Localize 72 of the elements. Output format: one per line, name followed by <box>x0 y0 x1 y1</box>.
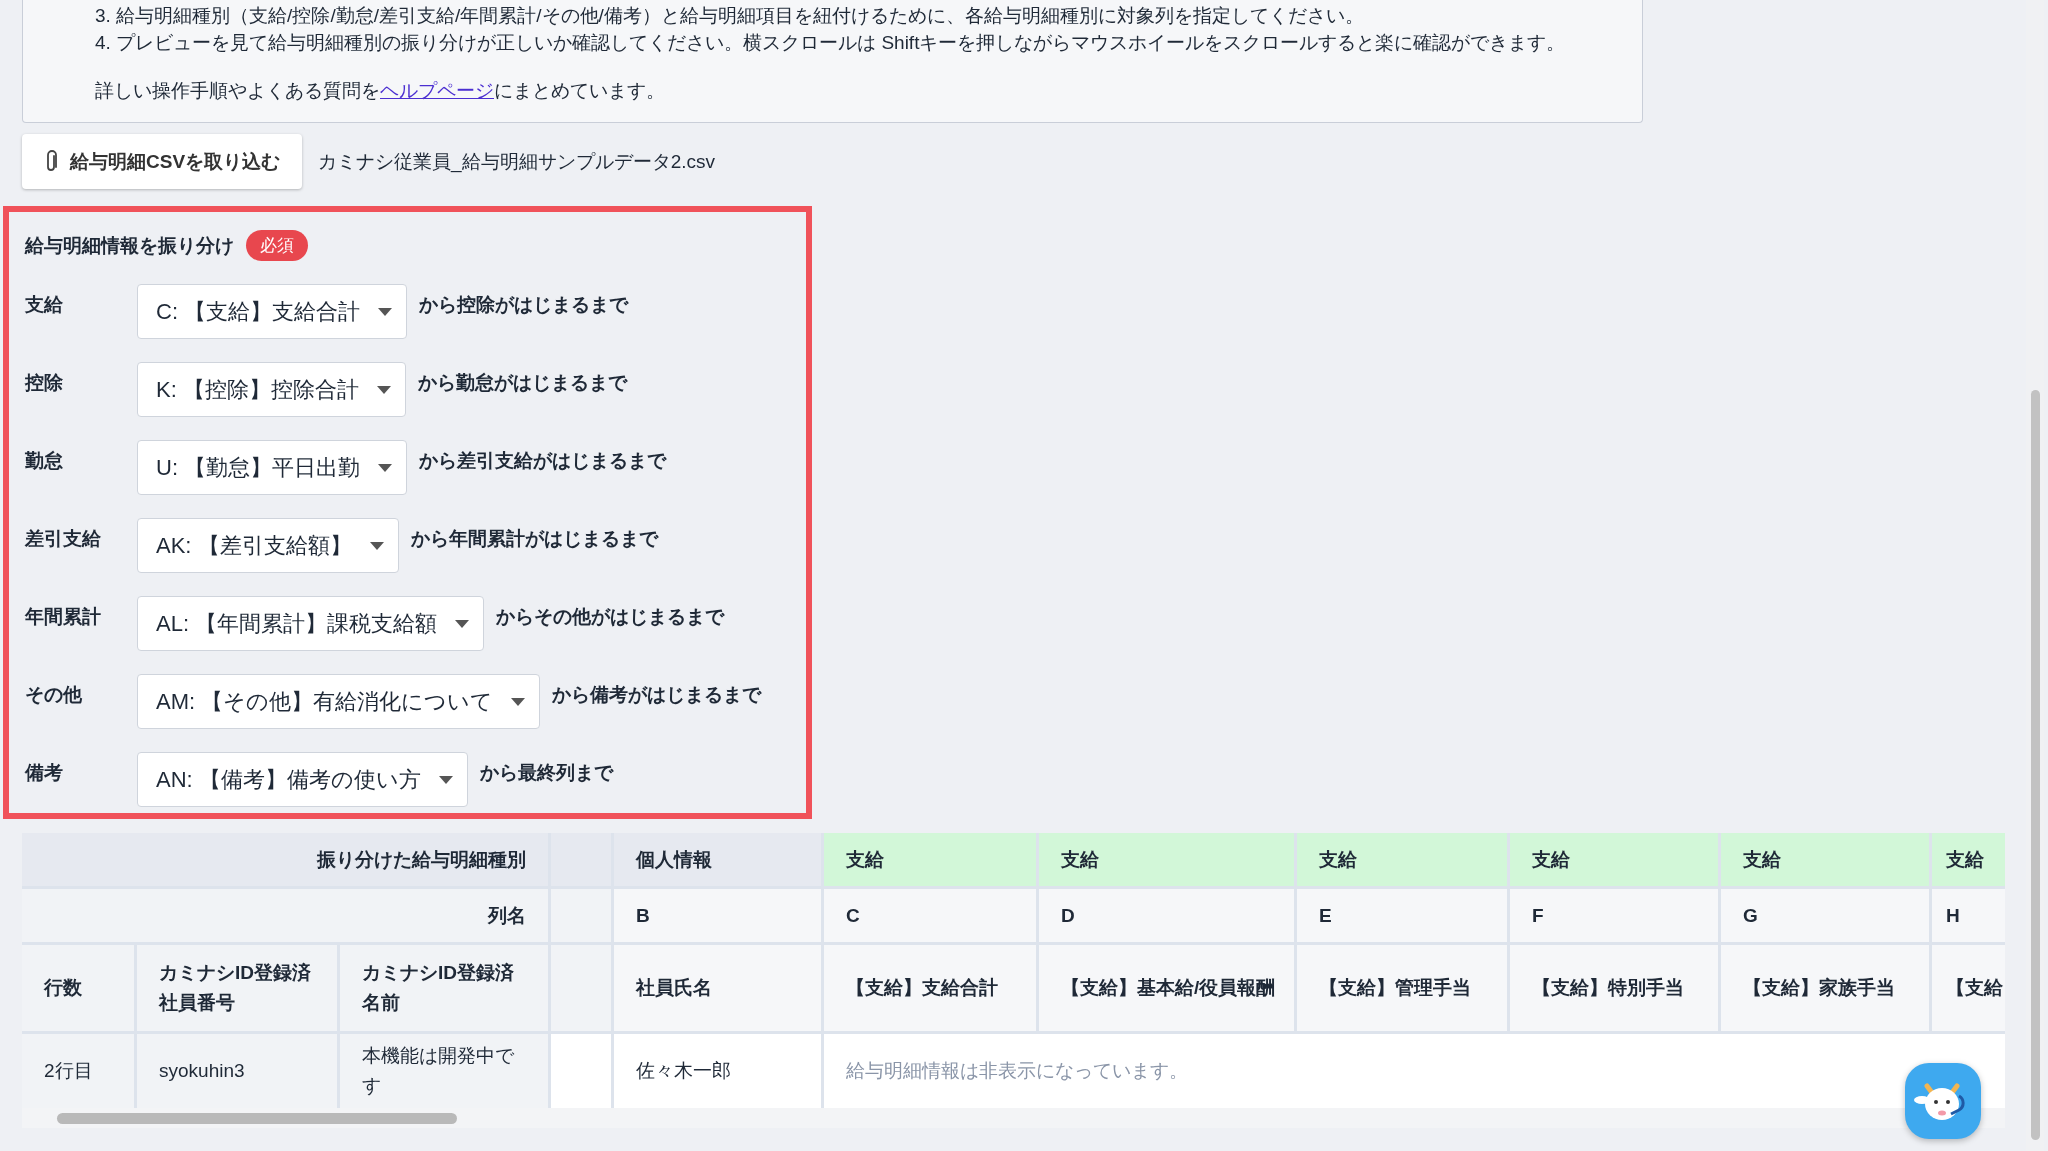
column-select[interactable]: AK: 【差引支給額】 <box>137 518 399 573</box>
help-text: 詳しい操作手順やよくある質問をヘルプページにまとめています。 <box>95 79 666 103</box>
caret-icon <box>511 697 526 706</box>
chat-button[interactable] <box>1905 1063 1981 1139</box>
caret-icon <box>378 463 393 472</box>
table-header-cell: 列名 <box>22 889 548 942</box>
help-page-link[interactable]: ヘルプページ <box>380 80 494 101</box>
range-text: から控除がはじまるまで <box>419 293 629 317</box>
table-header-cell: 個人情報 <box>614 833 821 886</box>
file-name: カミナシ従業員_給与明細サンプルデータ2.csv <box>318 149 715 175</box>
table-header-cell: 【支給 <box>1932 945 2005 1031</box>
table-header-cell: 支給 <box>1297 833 1507 886</box>
caret-icon <box>369 541 384 550</box>
field-label: 差引支給 <box>25 527 102 551</box>
table-cell: 給与明細情報は非表示になっています。 <box>824 1034 2005 1108</box>
table-header-cell: 【支給】基本給/役員報酬 <box>1039 945 1294 1031</box>
horizontal-scrollbar[interactable] <box>22 1108 2005 1128</box>
table-cell: syokuhin3 <box>137 1034 337 1108</box>
import-csv-button[interactable]: 給与明細CSVを取り込む <box>22 134 303 189</box>
header-text: カミナシID登録済 <box>362 961 514 985</box>
table-header-cell: 【支給】管理手当 <box>1297 945 1507 1031</box>
caret-icon <box>455 619 470 628</box>
table-cell: 本機能は開発中です <box>340 1034 548 1108</box>
table-header-cell: 振り分けた給与明細種別 <box>22 833 548 886</box>
column-select[interactable]: AM: 【その他】有給消化について <box>137 674 541 729</box>
field-label: 勤怠 <box>25 449 64 473</box>
caret-icon <box>376 385 391 394</box>
range-text: から最終列まで <box>479 761 613 785</box>
caret-icon <box>378 307 393 316</box>
header-text: 名前 <box>362 991 401 1015</box>
table-header-cell: B <box>614 889 821 942</box>
instruction-text: 3. 給与明細種別（支給/控除/勤怠/差引支給/年間累計/その他/備考）と給与明細項目を紐付けるために、各給与明細種別に対象列を指定してください。 <box>95 4 1365 28</box>
table-header-cell: 【支給】家族手当 <box>1721 945 1929 1031</box>
table-header-cell: D <box>1039 889 1294 942</box>
column-select[interactable]: K: 【控除】控除合計 <box>137 362 406 417</box>
field-label: その他 <box>25 683 83 707</box>
table-header-cell: 支給 <box>1510 833 1718 886</box>
range-text: から勤怠がはじまるまで <box>417 371 627 395</box>
table-header-cell: 【支給】特別手当 <box>1510 945 1718 1031</box>
table-header-cell: 社員氏名 <box>614 945 821 1031</box>
table-header-cell: 支給 <box>1932 833 2005 886</box>
table-header-cell: 【支給】支給合計 <box>824 945 1036 1031</box>
range-text: から年間累計がはじまるまで <box>410 527 658 551</box>
column-select[interactable]: C: 【支給】支給合計 <box>137 284 408 339</box>
table-header-cell: 支給 <box>1721 833 1929 886</box>
column-select[interactable]: U: 【勤怠】平日出勤 <box>137 440 408 495</box>
field-label: 控除 <box>25 371 64 395</box>
table-cell: 2行目 <box>22 1034 134 1108</box>
instruction-text: 4. プレビューを見て給与明細種別の振り分けが正しいか確認してください。横スクロールは Shiftキーを押しながらマウスホイールをスクロールすると楽に確認ができます。 <box>95 31 1567 55</box>
table-cell: 佐々木一郎 <box>614 1034 821 1108</box>
field-label: 備考 <box>25 761 64 785</box>
header-text: 社員番号 <box>159 991 236 1015</box>
section-title: 給与明細情報を振り分け <box>25 233 234 258</box>
required-badge: 必須 <box>246 230 308 261</box>
table-header-cell: 支給 <box>824 833 1036 886</box>
paperclip-icon <box>44 149 58 174</box>
range-text: から備考がはじまるまで <box>552 683 762 707</box>
table-header-cell: F <box>1510 889 1718 942</box>
range-text: から差引支給がはじまるまで <box>419 449 667 473</box>
field-label: 年間累計 <box>25 605 102 629</box>
table-header-cell: G <box>1721 889 1929 942</box>
header-text: 行数 <box>44 976 82 1000</box>
field-label: 支給 <box>25 293 64 317</box>
header-text: カミナシID登録済 <box>159 961 311 985</box>
range-text: からその他がはじまるまで <box>496 605 725 629</box>
column-select[interactable]: AN: 【備考】備考の使い方 <box>137 752 468 807</box>
table-header-cell: C <box>824 889 1036 942</box>
table-header-cell: E <box>1297 889 1507 942</box>
table-header-cell: 支給 <box>1039 833 1294 886</box>
caret-icon <box>438 775 453 784</box>
table-header-cell: H <box>1932 889 2005 942</box>
column-select[interactable]: AL: 【年間累計】課税支給額 <box>137 596 485 651</box>
